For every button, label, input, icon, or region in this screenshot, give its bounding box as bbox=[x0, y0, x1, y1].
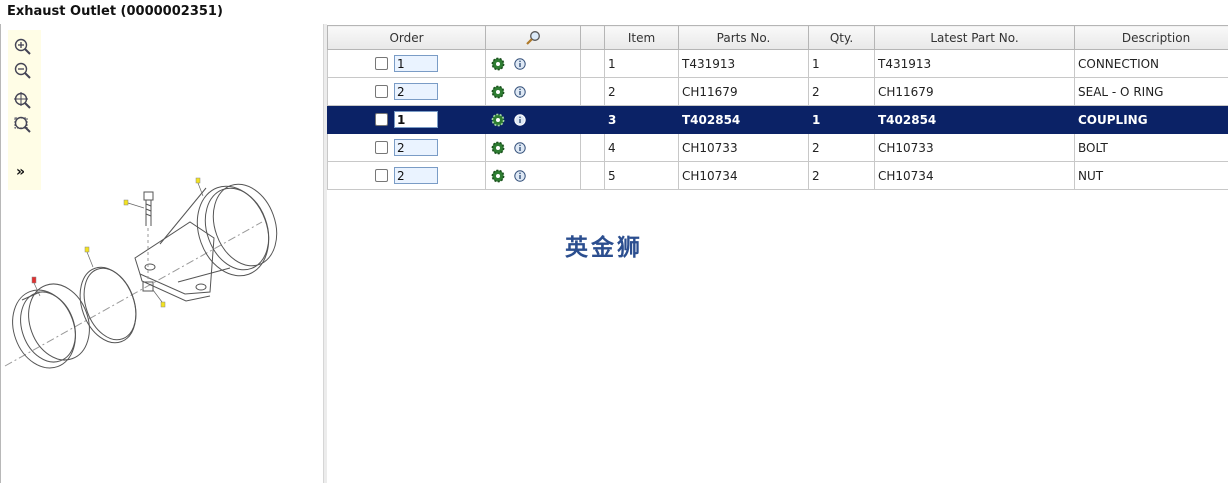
item-cell: 5 bbox=[604, 161, 679, 190]
action-icons-cell bbox=[485, 133, 581, 162]
info-icon[interactable] bbox=[514, 170, 526, 182]
item-cell: 3 bbox=[604, 105, 679, 134]
blank-cell bbox=[580, 161, 605, 190]
latest-part-no-cell[interactable]: T431913 bbox=[874, 49, 1075, 78]
table-row-selected[interactable]: 1 3 T402854 1 T402854 COUPLING bbox=[327, 105, 1228, 134]
gear-icon[interactable] bbox=[491, 141, 505, 155]
description-cell: BOLT bbox=[1074, 133, 1228, 162]
zoom-in-icon bbox=[14, 38, 31, 55]
qty-cell: 2 bbox=[808, 77, 875, 106]
info-icon[interactable] bbox=[514, 58, 526, 70]
qty-cell: 2 bbox=[808, 161, 875, 190]
latest-part-no-cell[interactable]: CH10733 bbox=[874, 133, 1075, 162]
parts-no-cell[interactable]: T431913 bbox=[678, 49, 809, 78]
gear-icon[interactable] bbox=[491, 85, 505, 99]
order-qty-input[interactable]: 1 bbox=[394, 111, 438, 128]
row-checkbox[interactable] bbox=[375, 57, 388, 70]
zoom-window-button[interactable] bbox=[13, 115, 33, 135]
info-icon[interactable] bbox=[514, 86, 526, 98]
table-row[interactable]: 2 4 CH10733 2 CH10733 BOLT bbox=[327, 133, 1228, 162]
action-icons-cell bbox=[485, 161, 581, 190]
zoom-fit-icon bbox=[14, 92, 31, 109]
zoom-toolbar: » bbox=[8, 30, 41, 190]
parts-table: Order Item Parts No. Qty. Latest Part No… bbox=[327, 25, 1228, 190]
header-item[interactable]: Item bbox=[604, 25, 679, 50]
header-description[interactable]: Description bbox=[1074, 25, 1228, 50]
zoom-window-icon bbox=[14, 116, 31, 133]
item-cell: 2 bbox=[604, 77, 679, 106]
zoom-fit-button[interactable] bbox=[13, 91, 33, 111]
table-row[interactable]: 2 2 CH11679 2 CH11679 SEAL - O RING bbox=[327, 77, 1228, 106]
search-icon bbox=[526, 30, 540, 45]
row-checkbox[interactable] bbox=[375, 85, 388, 98]
order-qty-input[interactable]: 2 bbox=[394, 139, 438, 156]
latest-part-no-cell[interactable]: T402854 bbox=[874, 105, 1075, 134]
action-icons-cell bbox=[485, 77, 581, 106]
latest-part-no-cell[interactable]: CH11679 bbox=[874, 77, 1075, 106]
exploded-diagram[interactable] bbox=[0, 170, 290, 390]
qty-cell: 1 bbox=[808, 105, 875, 134]
action-icons-cell bbox=[485, 105, 581, 134]
header-latest-part-no[interactable]: Latest Part No. bbox=[874, 25, 1075, 50]
parts-no-cell[interactable]: CH10734 bbox=[678, 161, 809, 190]
info-icon[interactable] bbox=[514, 114, 526, 126]
order-qty-input[interactable]: 1 bbox=[394, 55, 438, 72]
table-row[interactable]: 1 1 T431913 1 T431913 CONNECTION bbox=[327, 49, 1228, 78]
order-cell: 2 bbox=[327, 161, 486, 190]
item-cell: 4 bbox=[604, 133, 679, 162]
blank-cell bbox=[580, 133, 605, 162]
action-icons-cell bbox=[485, 49, 581, 78]
row-checkbox[interactable] bbox=[375, 113, 388, 126]
description-cell: COUPLING bbox=[1074, 105, 1228, 134]
order-cell: 2 bbox=[327, 77, 486, 106]
row-checkbox[interactable] bbox=[375, 141, 388, 154]
zoom-out-button[interactable] bbox=[13, 61, 33, 81]
table-header: Order Item Parts No. Qty. Latest Part No… bbox=[327, 25, 1228, 50]
gear-icon[interactable] bbox=[491, 169, 505, 183]
header-search[interactable] bbox=[485, 25, 581, 50]
parts-no-cell[interactable]: T402854 bbox=[678, 105, 809, 134]
header-qty[interactable]: Qty. bbox=[808, 25, 875, 50]
table-row[interactable]: 2 5 CH10734 2 CH10734 NUT bbox=[327, 161, 1228, 190]
gear-icon[interactable] bbox=[491, 113, 505, 127]
zoom-out-icon bbox=[14, 62, 31, 79]
page-title: Exhaust Outlet (0000002351) bbox=[7, 4, 223, 19]
blank-cell bbox=[580, 105, 605, 134]
item-cell: 1 bbox=[604, 49, 679, 78]
info-icon[interactable] bbox=[514, 142, 526, 154]
qty-cell: 2 bbox=[808, 133, 875, 162]
order-qty-input[interactable]: 2 bbox=[394, 83, 438, 100]
row-checkbox[interactable] bbox=[375, 169, 388, 182]
description-cell: SEAL - O RING bbox=[1074, 77, 1228, 106]
order-qty-input[interactable]: 2 bbox=[394, 167, 438, 184]
blank-cell bbox=[580, 49, 605, 78]
order-cell: 2 bbox=[327, 133, 486, 162]
parts-no-cell[interactable]: CH10733 bbox=[678, 133, 809, 162]
header-blank bbox=[580, 25, 605, 50]
parts-no-cell[interactable]: CH11679 bbox=[678, 77, 809, 106]
watermark-logo: 英金狮 bbox=[565, 234, 643, 261]
order-cell: 1 bbox=[327, 105, 486, 134]
latest-part-no-cell[interactable]: CH10734 bbox=[874, 161, 1075, 190]
blank-cell bbox=[580, 77, 605, 106]
parts-table-container: Order Item Parts No. Qty. Latest Part No… bbox=[327, 25, 1228, 190]
description-cell: NUT bbox=[1074, 161, 1228, 190]
order-cell: 1 bbox=[327, 49, 486, 78]
header-parts-no[interactable]: Parts No. bbox=[678, 25, 809, 50]
qty-cell: 1 bbox=[808, 49, 875, 78]
zoom-in-button[interactable] bbox=[13, 37, 33, 57]
description-cell: CONNECTION bbox=[1074, 49, 1228, 78]
gear-icon[interactable] bbox=[491, 57, 505, 71]
header-order[interactable]: Order bbox=[327, 25, 486, 50]
